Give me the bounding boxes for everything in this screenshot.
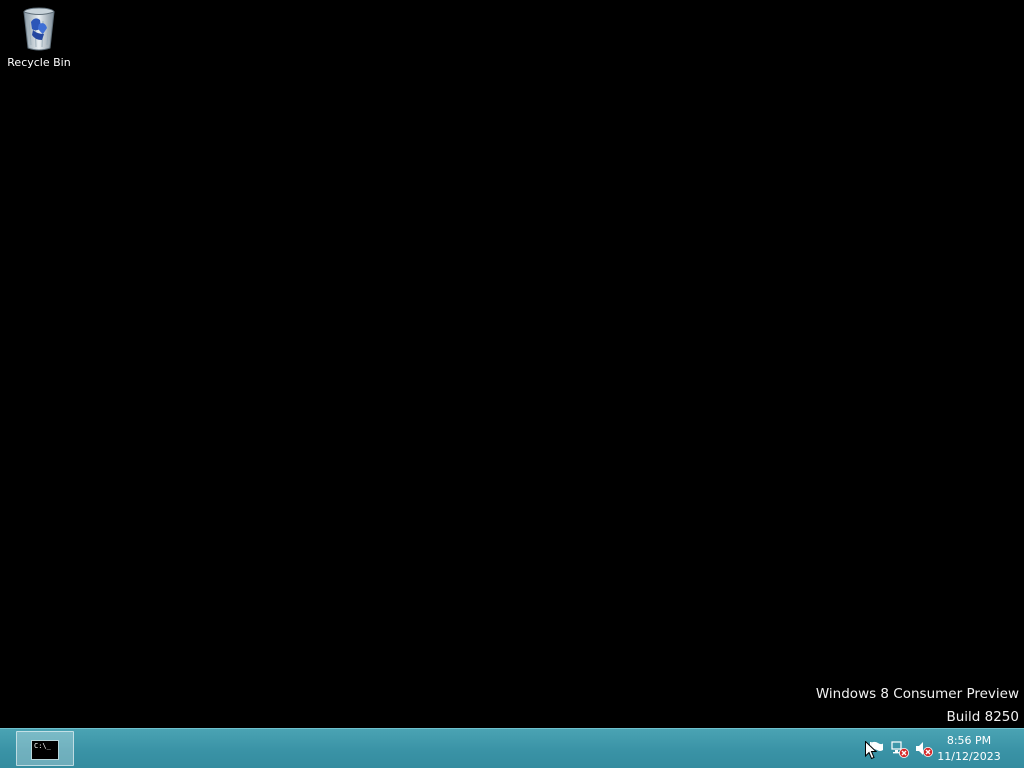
- clock-time: 8:56 PM: [946, 734, 992, 747]
- recycle-bin-icon: [23, 7, 55, 51]
- volume-muted-icon[interactable]: [914, 739, 934, 759]
- recycle-bin-label: Recycle Bin: [7, 56, 71, 69]
- action-center-flag-icon[interactable]: [866, 739, 886, 759]
- watermark-edition: Windows 8 Consumer Preview: [815, 686, 1019, 702]
- taskbar[interactable]: C:\_ 8:56 PM 11/12/2023: [0, 728, 1024, 768]
- taskbar-command-prompt-button[interactable]: C:\_: [16, 731, 74, 766]
- network-disconnected-icon[interactable]: [890, 739, 910, 759]
- desktop[interactable]: Recycle Bin Windows 8 Consumer Preview B…: [0, 0, 1024, 728]
- command-prompt-glyph: C:\_: [34, 742, 51, 750]
- clock-date: 11/12/2023: [937, 750, 1001, 763]
- command-prompt-icon: C:\_: [31, 740, 59, 760]
- windows-build-watermark: Windows 8 Consumer Preview Build 8250: [816, 683, 1019, 729]
- recycle-bin-shortcut[interactable]: Recycle Bin: [4, 4, 74, 76]
- taskbar-clock[interactable]: 8:56 PM 11/12/2023: [934, 733, 1004, 765]
- watermark-build: Build 8250: [946, 709, 1019, 725]
